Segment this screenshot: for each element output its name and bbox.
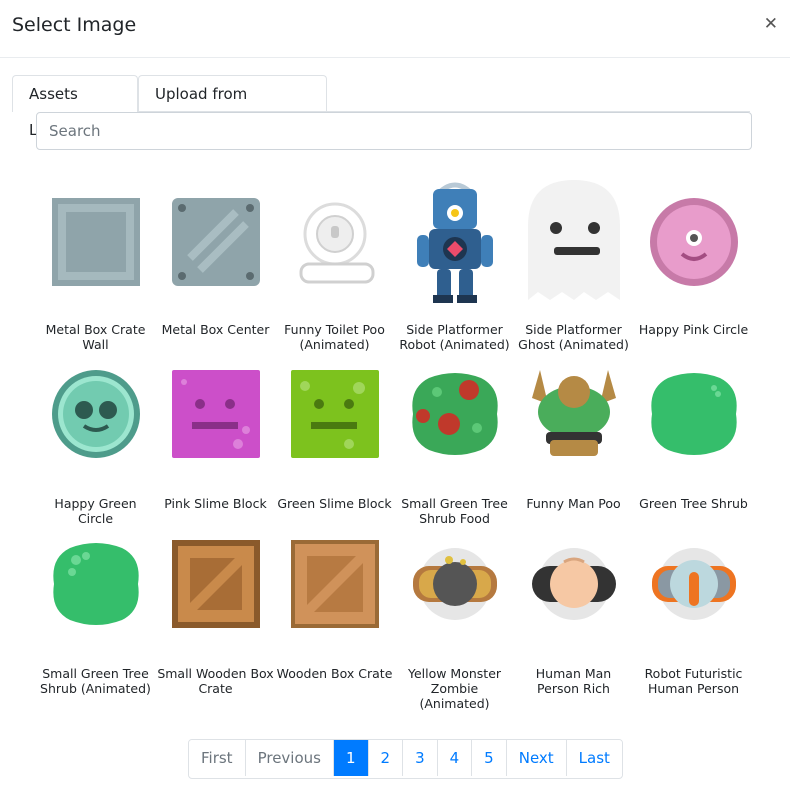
asset-card[interactable]: Robot Futuristic Human Person bbox=[634, 518, 753, 696]
asset-card[interactable]: Funny Toilet Poo (Animated) bbox=[275, 176, 394, 352]
metal-box-crate-wall-icon bbox=[50, 176, 142, 308]
happy-pink-circle-icon bbox=[648, 176, 740, 308]
asset-card[interactable]: Wooden Box Crate bbox=[275, 520, 394, 690]
green-slime-block-icon bbox=[289, 348, 381, 480]
asset-label: Green Tree Shrub bbox=[639, 496, 748, 511]
small-green-tree-shrub-icon bbox=[50, 518, 142, 650]
close-icon[interactable]: ✕ bbox=[764, 14, 778, 34]
asset-card[interactable]: Happy Pink Circle bbox=[634, 176, 753, 346]
asset-label: Robot Futuristic Human Person bbox=[644, 666, 743, 696]
asset-label: Funny Man Poo bbox=[526, 496, 621, 511]
asset-card[interactable]: Human Man Person Rich bbox=[514, 518, 633, 696]
asset-card[interactable]: Side Platformer Ghost (Animated) bbox=[514, 176, 633, 352]
robot-futuristic-human-person-icon bbox=[648, 518, 740, 650]
asset-label: Wooden Box Crate bbox=[276, 666, 393, 681]
pagination-previous[interactable]: Previous bbox=[244, 740, 333, 776]
funny-toilet-poo-icon bbox=[289, 176, 381, 308]
human-man-person-rich-icon bbox=[528, 518, 620, 650]
small-wooden-box-crate-icon bbox=[170, 518, 262, 650]
asset-card[interactable]: Small Wooden Box Crate bbox=[156, 518, 275, 696]
asset-label: Metal Box Center bbox=[161, 322, 270, 337]
asset-card[interactable]: Metal Box Center bbox=[156, 176, 275, 346]
asset-label: Green Slime Block bbox=[277, 496, 392, 511]
asset-card[interactable]: Pink Slime Block bbox=[156, 350, 275, 520]
asset-card[interactable]: Small Green Tree Shrub (Animated) bbox=[36, 518, 155, 696]
pagination-page-2[interactable]: 2 bbox=[367, 740, 403, 776]
asset-label: Yellow Monster Zombie (Animated) bbox=[407, 666, 502, 711]
tab-bar: Assets Library Upload from computer bbox=[12, 75, 750, 139]
asset-card[interactable]: Metal Box Crate Wall bbox=[36, 176, 155, 352]
asset-label: Small Wooden Box Crate bbox=[157, 666, 274, 696]
pink-slime-block-icon bbox=[170, 348, 262, 480]
asset-card[interactable]: Funny Man Poo bbox=[514, 350, 633, 520]
asset-card[interactable]: Small Green Tree Shrub Food bbox=[395, 348, 514, 526]
asset-label: Small Green Tree Shrub (Animated) bbox=[40, 666, 151, 696]
small-green-tree-shrub-food-icon bbox=[409, 348, 501, 480]
asset-label: Happy Pink Circle bbox=[638, 322, 749, 337]
pagination-page-1[interactable]: 1 bbox=[332, 740, 368, 776]
modal-title: Select Image bbox=[12, 14, 137, 36]
yellow-monster-zombie-icon bbox=[409, 518, 501, 650]
tab-assets-library[interactable]: Assets Library bbox=[12, 75, 138, 139]
pagination-next[interactable]: Next bbox=[505, 740, 566, 776]
funny-man-poo-icon bbox=[528, 348, 620, 480]
green-tree-shrub-icon bbox=[648, 348, 740, 480]
asset-card[interactable]: Side Platformer Robot (Animated) bbox=[395, 176, 514, 352]
pagination-last[interactable]: Last bbox=[565, 740, 622, 776]
pagination-first[interactable]: First bbox=[189, 740, 245, 776]
tab-upload-from-computer[interactable]: Upload from computer bbox=[138, 75, 327, 139]
modal-header: Select Image ✕ bbox=[0, 0, 790, 58]
asset-card[interactable]: Happy Green Circle bbox=[36, 348, 155, 526]
happy-green-circle-icon bbox=[50, 348, 142, 480]
side-platformer-ghost-icon bbox=[528, 176, 620, 308]
asset-label: Pink Slime Block bbox=[164, 496, 267, 511]
asset-label: Human Man Person Rich bbox=[535, 666, 612, 696]
pagination-page-3[interactable]: 3 bbox=[402, 740, 437, 776]
pagination-page-4[interactable]: 4 bbox=[436, 740, 472, 776]
wooden-box-crate-icon bbox=[289, 518, 381, 650]
asset-card[interactable]: Yellow Monster Zombie (Animated) bbox=[395, 518, 514, 711]
pagination: First Previous 1 2 3 4 5 Next Last bbox=[188, 739, 623, 779]
metal-box-center-icon bbox=[170, 176, 262, 308]
search-input[interactable] bbox=[36, 112, 752, 150]
asset-card[interactable]: Green Tree Shrub bbox=[634, 350, 753, 520]
pagination-page-5[interactable]: 5 bbox=[471, 740, 506, 776]
asset-card[interactable]: Green Slime Block bbox=[275, 350, 394, 520]
side-platformer-robot-icon bbox=[409, 176, 501, 308]
